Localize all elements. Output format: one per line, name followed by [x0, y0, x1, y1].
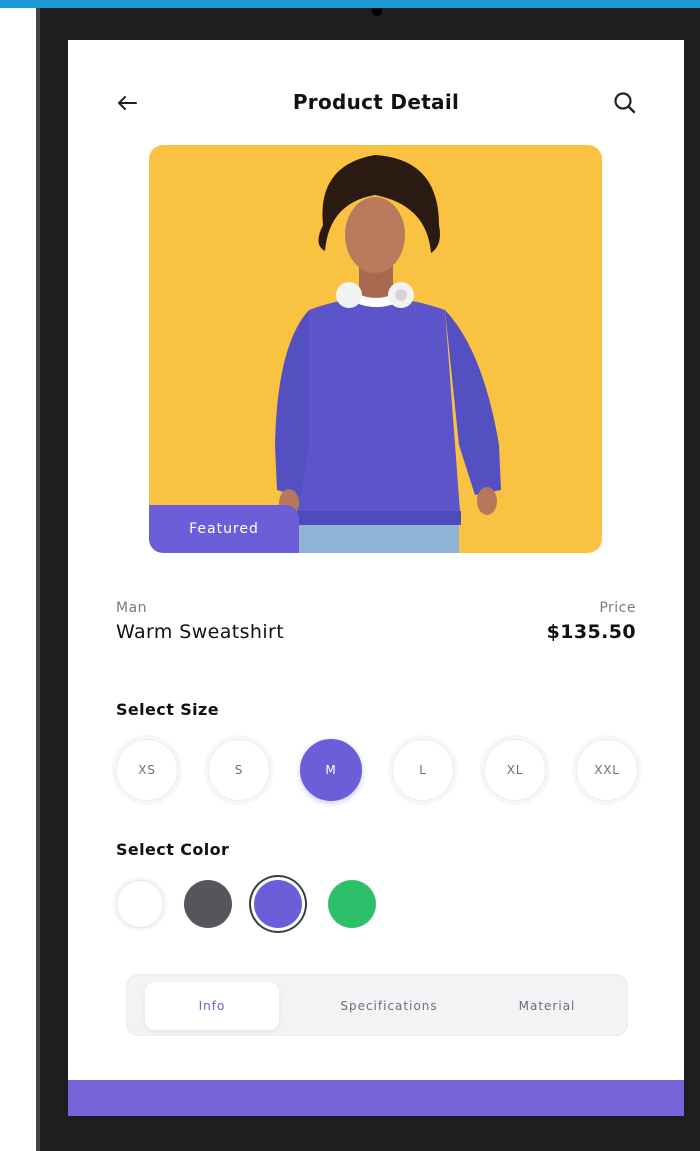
color-option-green[interactable]: [328, 880, 376, 928]
top-accent-bar: [0, 0, 700, 8]
search-button[interactable]: [610, 88, 640, 118]
page-title: Product Detail: [292, 90, 460, 114]
select-size-label: Select Size: [116, 700, 219, 719]
select-color-label: Select Color: [116, 840, 230, 859]
product-image: Featured: [149, 145, 602, 553]
product-detail-screen: Product Detail Featured Man Warm Sweatsh…: [68, 40, 684, 1088]
color-option-gray[interactable]: [184, 880, 232, 928]
color-options: [116, 878, 416, 934]
tab-specifications[interactable]: Specifications: [317, 982, 461, 1030]
model-photo: [275, 155, 501, 553]
size-option-xl[interactable]: XL: [484, 739, 546, 801]
size-option-xs[interactable]: XS: [116, 739, 178, 801]
price-label: Price: [599, 600, 636, 616]
search-icon: [614, 92, 636, 114]
featured-badge: Featured: [149, 505, 299, 553]
size-option-l[interactable]: L: [392, 739, 454, 801]
size-option-m[interactable]: M: [300, 739, 362, 801]
tab-info[interactable]: Info: [145, 982, 279, 1030]
color-option-purple[interactable]: [254, 880, 302, 928]
device-edge: [36, 8, 40, 1151]
header: Product Detail: [68, 40, 684, 160]
size-option-xxl[interactable]: XXL: [576, 739, 638, 801]
size-options: XS S M L XL XXL: [116, 739, 638, 803]
product-category: Man: [116, 600, 148, 616]
product-name: Warm Sweatshirt: [116, 621, 285, 643]
bottom-action-bar[interactable]: [68, 1080, 684, 1116]
tab-material[interactable]: Material: [497, 982, 597, 1030]
price-value: $135.50: [546, 621, 636, 643]
size-option-s[interactable]: S: [208, 739, 270, 801]
color-option-white[interactable]: [116, 880, 164, 928]
detail-tab-bar: Info Specifications Material: [126, 974, 628, 1036]
